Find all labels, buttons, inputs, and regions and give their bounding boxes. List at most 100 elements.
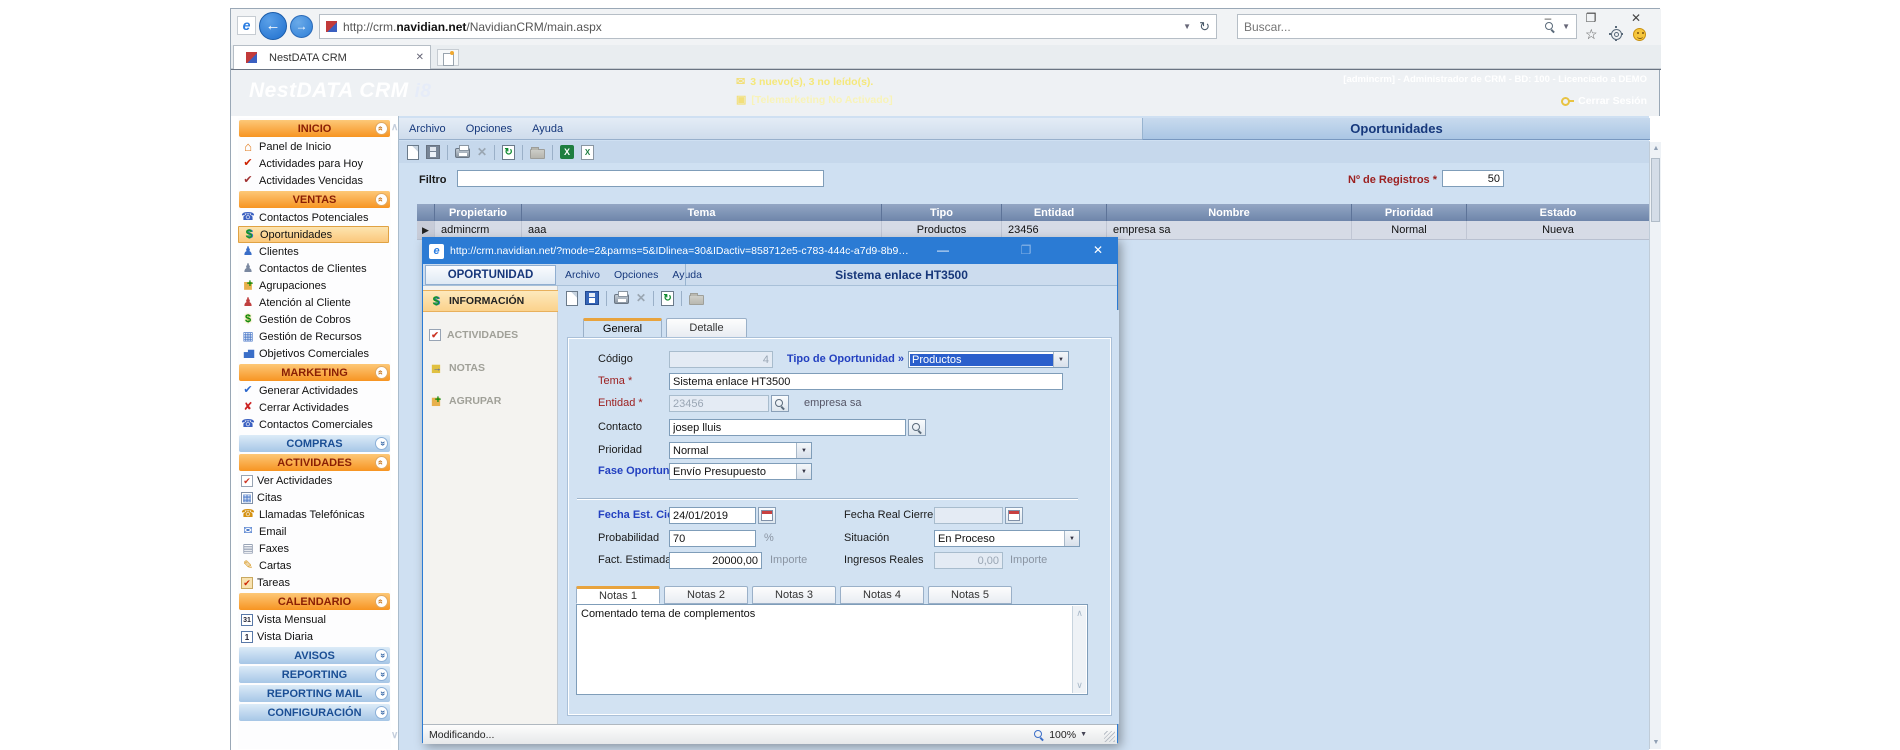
tab-detalle[interactable]: Detalle bbox=[666, 318, 747, 338]
sidebar-item-vista-diaria[interactable]: Vista Diaria bbox=[238, 628, 389, 645]
sidebar-section-configuracion[interactable]: CONFIGURACIÓN« bbox=[239, 704, 390, 721]
collapse-icon[interactable]: « bbox=[375, 122, 388, 135]
collapse-icon[interactable]: « bbox=[375, 193, 388, 206]
sidebar-item-generar-actividades[interactable]: Generar Actividades bbox=[238, 382, 389, 399]
dialog-titlebar[interactable]: e http://crm.navidian.net/?mode=2&parms=… bbox=[423, 238, 1117, 264]
column-header-nombre[interactable]: Nombre bbox=[1107, 204, 1352, 221]
new-record-icon[interactable] bbox=[407, 145, 419, 160]
dropdown-arrow-icon[interactable]: ▼ bbox=[1053, 352, 1068, 367]
column-header-propietario[interactable]: Propietario bbox=[435, 204, 522, 221]
sidebar-section-ventas[interactable]: VENTAS« bbox=[239, 191, 390, 208]
print-icon[interactable] bbox=[455, 148, 470, 158]
column-header-tipo[interactable]: Tipo bbox=[882, 204, 1002, 221]
main-scrollbar[interactable]: ▲ ▼ bbox=[1649, 142, 1661, 749]
scroll-up-icon[interactable]: ∧ bbox=[1073, 608, 1086, 619]
telemarketing-notice[interactable]: ▣[Telemarketing No Activado] bbox=[736, 93, 893, 106]
url-dropdown-icon[interactable]: ▼ bbox=[1183, 22, 1191, 31]
sidebar-item-ver-actividades[interactable]: Ver Actividades bbox=[238, 472, 389, 489]
notas-textarea[interactable]: Comentado tema de complementos ∧ ∨ bbox=[576, 604, 1088, 695]
filtro-input[interactable] bbox=[457, 170, 824, 187]
menu-opciones[interactable]: Opciones bbox=[614, 269, 658, 281]
column-header-estado[interactable]: Estado bbox=[1467, 204, 1650, 221]
tipo-oportunidad-select[interactable]: Productos ▼ bbox=[908, 351, 1069, 368]
resize-grip[interactable] bbox=[1104, 731, 1115, 742]
sidebar-section-reporting[interactable]: REPORTING« bbox=[239, 666, 390, 683]
expand-icon[interactable]: « bbox=[375, 649, 388, 662]
tab-notas-1[interactable]: Notas 1 bbox=[576, 586, 660, 604]
expand-icon[interactable]: « bbox=[375, 437, 388, 450]
sidebar-item-atencion-al-cliente[interactable]: Atención al Cliente bbox=[238, 294, 389, 311]
refresh-icon[interactable] bbox=[661, 291, 674, 306]
new-record-icon[interactable] bbox=[566, 291, 578, 306]
fecha-real-calendar-button[interactable] bbox=[1005, 507, 1023, 524]
sidebar-item-gestion-de-cobros[interactable]: Gestión de Cobros bbox=[238, 311, 389, 328]
contacto-input[interactable] bbox=[669, 419, 906, 436]
column-header-prioridad[interactable]: Prioridad bbox=[1352, 204, 1467, 221]
browser-tab[interactable]: NestDATA CRM ✕ bbox=[233, 45, 431, 69]
fecha-est-input[interactable] bbox=[669, 507, 756, 524]
menu-opciones[interactable]: Opciones bbox=[466, 123, 512, 135]
prioridad-select[interactable]: Normal ▼ bbox=[669, 442, 812, 459]
search-input[interactable] bbox=[1244, 20, 1544, 34]
dropdown-arrow-icon[interactable]: ▼ bbox=[796, 464, 811, 479]
tab-notas-3[interactable]: Notas 3 bbox=[752, 586, 836, 604]
save-icon[interactable] bbox=[585, 291, 599, 305]
collapse-icon[interactable]: « bbox=[375, 595, 388, 608]
sidebar-section-inicio[interactable]: INICIO« bbox=[239, 120, 390, 137]
settings-gear-icon[interactable] bbox=[1611, 29, 1622, 40]
sidebar-item-contactos-comerciales[interactable]: Contactos Comerciales bbox=[238, 416, 389, 433]
fase-oportunidad-select[interactable]: Envío Presupuesto ▼ bbox=[669, 463, 812, 480]
sidebar-section-reporting-mail[interactable]: REPORTING MAIL« bbox=[239, 685, 390, 702]
expand-icon[interactable]: « bbox=[375, 687, 388, 700]
sidebar-item-oportunidades[interactable]: Oportunidades bbox=[238, 226, 389, 243]
registros-input[interactable] bbox=[1442, 170, 1504, 187]
sidebar-section-calendario[interactable]: CALENDARIO« bbox=[239, 593, 390, 610]
fact-estimada-input[interactable] bbox=[669, 552, 762, 569]
sidebar-item-actividades-para-hoy[interactable]: Actividades para Hoy bbox=[238, 155, 389, 172]
tab-notas-2[interactable]: Notas 2 bbox=[664, 586, 748, 604]
sidebar-item-gestion-de-recursos[interactable]: Gestión de Recursos bbox=[238, 328, 389, 345]
collapse-icon[interactable]: « bbox=[375, 456, 388, 469]
notas-scrollbar[interactable]: ∧ ∨ bbox=[1072, 606, 1086, 693]
column-header-entidad[interactable]: Entidad bbox=[1002, 204, 1107, 221]
dropdown-arrow-icon[interactable]: ▼ bbox=[796, 443, 811, 458]
sidebar-item-citas[interactable]: Citas bbox=[238, 489, 389, 506]
sidebar-item-contactos-de-clientes[interactable]: Contactos de Clientes bbox=[238, 260, 389, 277]
probabilidad-input[interactable] bbox=[669, 530, 756, 547]
tema-input[interactable] bbox=[669, 373, 1063, 390]
situacion-select[interactable]: En Proceso ▼ bbox=[934, 530, 1080, 547]
refresh-icon[interactable]: ↻ bbox=[1199, 19, 1210, 35]
dialog-nav-notas[interactable]: NOTAS bbox=[423, 357, 558, 379]
excel-export-icon[interactable]: X bbox=[560, 145, 574, 159]
search-box[interactable]: ▼ bbox=[1237, 14, 1577, 39]
collapse-icon[interactable]: « bbox=[375, 366, 388, 379]
address-bar[interactable]: http://crm.navidian.net/NavidianCRM/main… bbox=[319, 14, 1217, 39]
sidebar-section-actividades[interactable]: ACTIVIDADES« bbox=[239, 454, 390, 471]
sidebar-item-actividades-vencidas[interactable]: Actividades Vencidas bbox=[238, 172, 389, 189]
feedback-smiley-icon[interactable] bbox=[1633, 28, 1646, 41]
menu-ayuda[interactable]: Ayuda bbox=[532, 123, 563, 135]
tipo-oportunidad-label[interactable]: Tipo de Oportunidad » bbox=[748, 353, 904, 365]
dialog-nav-agrupar[interactable]: AGRUPAR bbox=[423, 390, 558, 412]
mail-notice[interactable]: ✉3 nuevo(s), 3 no leído(s). bbox=[736, 75, 873, 88]
sidebar-item-objetivos-comerciales[interactable]: Objetivos Comerciales bbox=[238, 345, 389, 362]
fecha-est-calendar-button[interactable] bbox=[758, 507, 776, 524]
menu-archivo[interactable]: Archivo bbox=[409, 123, 446, 135]
sidebar-item-llamadas-telefonicas[interactable]: Llamadas Telefónicas bbox=[238, 506, 389, 523]
minimize-button[interactable]: – bbox=[1528, 9, 1568, 29]
close-button[interactable]: ✕ bbox=[1616, 9, 1656, 29]
print-icon[interactable] bbox=[614, 294, 629, 304]
dialog-nav-actividades[interactable]: ACTIVIDADES bbox=[423, 324, 558, 346]
expand-icon[interactable]: « bbox=[375, 706, 388, 719]
favorites-icon[interactable]: ☆ bbox=[1585, 26, 1598, 43]
dialog-close-button[interactable]: ✕ bbox=[1083, 240, 1113, 260]
forward-button[interactable]: → bbox=[290, 15, 313, 38]
excel-export-alt-icon[interactable]: X bbox=[581, 145, 594, 160]
sidebar-item-vista-mensual[interactable]: Vista Mensual bbox=[238, 611, 389, 628]
contacto-lookup-button[interactable] bbox=[908, 419, 926, 436]
refresh-list-icon[interactable] bbox=[502, 145, 515, 160]
sidebar-item-tareas[interactable]: Tareas bbox=[238, 574, 389, 591]
sidebar-item-agrupaciones[interactable]: Agrupaciones bbox=[238, 277, 389, 294]
new-tab-button[interactable] bbox=[437, 49, 459, 66]
menu-archivo[interactable]: Archivo bbox=[565, 269, 600, 281]
